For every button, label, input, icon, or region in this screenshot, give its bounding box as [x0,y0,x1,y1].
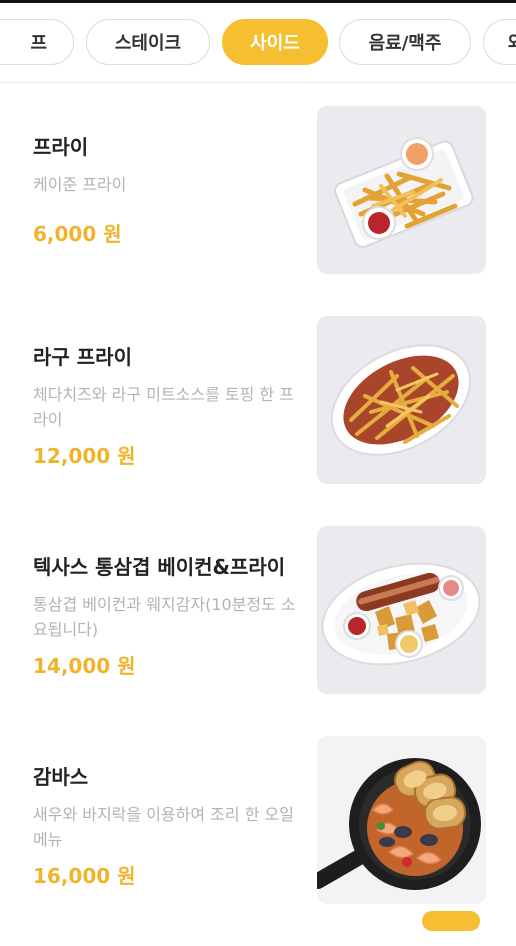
tab-side[interactable]: 사이드 [222,19,328,65]
bacon-fries-photo [317,526,486,694]
menu-item-name: 텍사스 통삼겹 베이컨&프라이 [33,555,286,579]
menu-item-description: 새우와 바지락을 이용하여 조리 한 오일 메뉴 [33,805,294,849]
menu-item[interactable]: 프라이 케이준 프라이 6,000 원 [0,106,516,316]
menu-item[interactable]: 텍사스 통삼겹 베이컨&프라이 통삼겹 베이컨과 웨지감자(10분정도 소요됩니… [0,526,516,736]
menu-item-name: 라구 프라이 [33,345,132,369]
menu-item-description: 통삼겹 베이컨과 웨지감자(10분정도 소요됩니다) [33,595,296,639]
fries-tray-photo [317,106,486,274]
menu-item-name: 프라이 [33,135,89,159]
category-tabs: 프 스테이크 사이드 음료/맥주 와 [0,3,516,83]
menu-item-price: 14,000 원 [33,654,136,678]
menu-item[interactable]: 라구 프라이 체다치즈와 라구 미트소스를 토핑 한 프라이 12,000 원 [0,316,516,526]
menu-item-price: 16,000 원 [33,864,136,888]
gambas-pan-photo [317,736,486,904]
menu-item-price: 12,000 원 [33,444,136,468]
tab-steak[interactable]: 스테이크 [86,19,210,65]
menu-item-description: 체다치즈와 라구 미트소스를 토핑 한 프라이 [33,385,294,429]
floating-button-partial[interactable] [422,911,480,931]
tab-next-partial[interactable]: 와 [483,19,516,65]
menu-item-description: 케이준 프라이 [33,175,127,194]
tab-drinks-beer[interactable]: 음료/맥주 [339,19,471,65]
ragu-fries-photo [317,316,486,484]
tab-prev-partial[interactable]: 프 [0,19,74,65]
menu-item-name: 감바스 [33,765,89,789]
menu-item-price: 6,000 원 [33,222,122,246]
